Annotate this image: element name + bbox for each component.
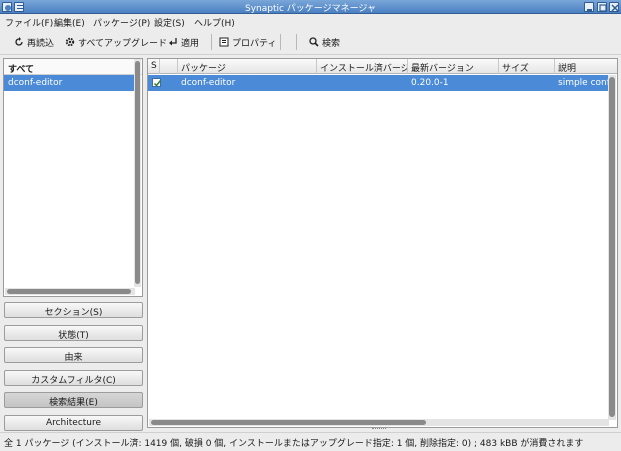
apply-label: 適用 — [181, 38, 200, 49]
reload-label: 再読込 — [27, 38, 55, 49]
reload-button[interactable]: 再読込 — [14, 35, 54, 49]
search-button[interactable]: 検索 — [309, 35, 340, 49]
architecture-button[interactable]: Architecture — [4, 415, 143, 431]
column-header-spacer — [160, 59, 178, 74]
upgrade-all-button[interactable]: すべてアップグレード — [65, 35, 167, 49]
origin-button[interactable]: 由来 — [4, 347, 143, 363]
status-bar: 全 1 パッケージ (インストール済: 1419 個, 破損 0 個, インスト… — [0, 432, 621, 451]
filter-list-header: すべて — [4, 59, 142, 75]
filter-list-hscrollbar[interactable] — [5, 288, 135, 295]
toolbar: 再読込 すべてアップグレード 適用 プロパティ 検索 — [0, 29, 621, 55]
minimize-icon[interactable] — [584, 2, 594, 12]
menu-bar: ファイル(F) 編集(E) パッケージ(P) 設定(S) ヘルプ(H) — [0, 14, 621, 29]
package-description: simple configuration storage system - gr… — [558, 78, 609, 88]
filter-list-item[interactable]: dconf-editor — [4, 75, 134, 91]
properties-button[interactable]: プロパティ — [219, 35, 276, 49]
column-header-size[interactable]: サイズ — [499, 59, 555, 74]
scrollbar-thumb[interactable] — [609, 77, 615, 417]
package-name: dconf-editor — [181, 78, 236, 88]
resize-grip[interactable] — [372, 428, 386, 430]
package-table: S パッケージ インストール済バージョン 最新バージョン サイズ 説明 dcon… — [147, 58, 618, 428]
search-icon — [309, 37, 319, 47]
menu-edit[interactable]: 編集(E) — [54, 16, 85, 29]
scrollbar-thumb[interactable] — [7, 289, 131, 294]
filter-list-vscrollbar[interactable] — [134, 59, 141, 287]
table-header: S パッケージ インストール済バージョン 最新バージョン サイズ 説明 — [148, 59, 617, 74]
menu-help[interactable]: ヘルプ(H) — [194, 16, 235, 29]
table-hscrollbar[interactable] — [149, 419, 609, 426]
close-icon[interactable] — [609, 2, 619, 12]
column-header-status[interactable]: S — [148, 59, 160, 74]
title-bar: Synaptic パッケージマネージャ — [0, 0, 621, 14]
custom-filters-button[interactable]: カスタムフィルタ(C) — [4, 370, 143, 386]
properties-label: プロパティ — [232, 38, 277, 49]
apply-icon — [168, 37, 178, 47]
scrollbar-thumb[interactable] — [135, 61, 140, 284]
table-vscrollbar[interactable] — [608, 75, 616, 420]
column-header-latest[interactable]: 最新バージョン — [408, 59, 499, 74]
upgrade-all-label: すべてアップグレード — [78, 38, 168, 49]
menu-settings[interactable]: 設定(S) — [154, 16, 185, 29]
package-status-checkbox[interactable] — [152, 78, 162, 87]
column-header-description[interactable]: 説明 — [555, 59, 617, 74]
toolbar-separator — [296, 34, 297, 50]
window-title: Synaptic パッケージマネージャ — [244, 4, 376, 14]
apply-button[interactable]: 適用 — [168, 35, 199, 49]
sections-button[interactable]: セクション(S) — [4, 302, 143, 318]
gear-icon — [65, 37, 75, 47]
status-button[interactable]: 状態(T) — [4, 325, 143, 341]
latest-version: 0.20.0-1 — [411, 78, 449, 88]
column-header-installed[interactable]: インストール済バージョン — [317, 59, 408, 74]
column-header-package[interactable]: パッケージ — [178, 59, 317, 74]
table-row[interactable]: dconf-editor 0.20.0-1 simple configurati… — [148, 75, 609, 91]
toolbar-separator — [211, 34, 212, 50]
scrollbar-thumb[interactable] — [151, 420, 426, 425]
properties-icon — [219, 37, 229, 47]
menu-file[interactable]: ファイル(F) — [5, 16, 53, 29]
toolbar-separator — [280, 34, 281, 50]
filter-list: すべて dconf-editor — [3, 58, 143, 297]
search-label: 検索 — [322, 38, 341, 49]
search-results-button[interactable]: 検索結果(E) — [4, 392, 143, 408]
maximize-icon[interactable] — [597, 2, 607, 12]
menu-package[interactable]: パッケージ(P) — [93, 16, 150, 29]
reload-icon — [14, 37, 24, 47]
